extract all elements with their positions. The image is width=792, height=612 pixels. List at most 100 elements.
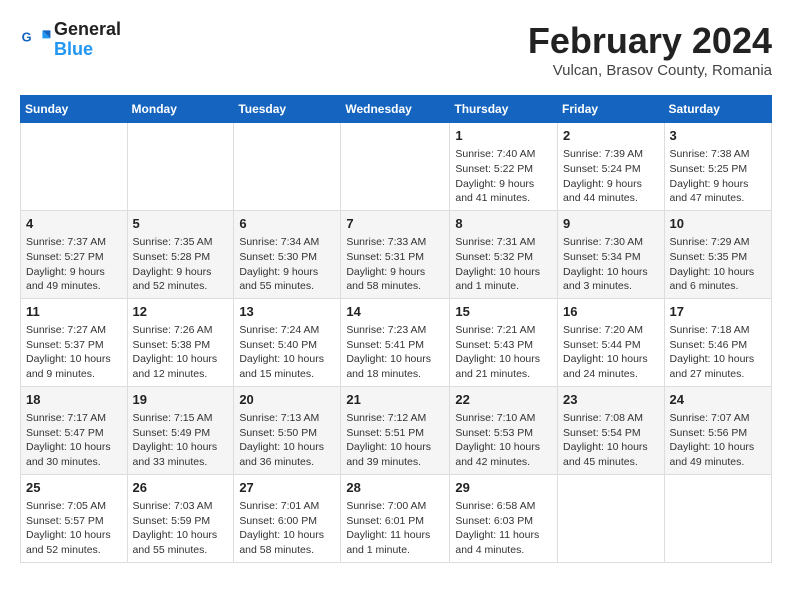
day-number: 27 xyxy=(239,479,335,497)
calendar-cell: 2 Sunrise: 7:39 AM Sunset: 5:24 PM Daylig… xyxy=(558,123,665,211)
calendar-cell: 9 Sunrise: 7:30 AM Sunset: 5:34 PM Daylig… xyxy=(558,210,665,298)
cell-content: Sunrise: 7:27 AM Sunset: 5:37 PM Dayligh… xyxy=(26,323,122,382)
day-number: 12 xyxy=(133,303,229,321)
day-number: 25 xyxy=(26,479,122,497)
calendar-cell: 21 Sunrise: 7:12 AM Sunset: 5:51 PM Dayli… xyxy=(341,386,450,474)
day-number: 24 xyxy=(670,391,766,409)
calendar-cell: 29 Sunrise: 6:58 AM Sunset: 6:03 PM Dayli… xyxy=(450,474,558,562)
page-header: G General Blue February 2024 Vulcan, Bra… xyxy=(20,20,772,79)
day-number: 13 xyxy=(239,303,335,321)
day-number: 18 xyxy=(26,391,122,409)
title-block: February 2024 Vulcan, Brasov County, Rom… xyxy=(528,20,772,79)
calendar-cell xyxy=(127,123,234,211)
calendar-cell: 7Sunrise: 7:33 AM Sunset: 5:31 PM Daylig… xyxy=(341,210,450,298)
cell-content: Sunrise: 7:17 AM Sunset: 5:47 PM Dayligh… xyxy=(26,411,122,470)
logo-line2: Blue xyxy=(54,40,121,60)
calendar-cell: 3 Sunrise: 7:38 AM Sunset: 5:25 PM Daylig… xyxy=(664,123,771,211)
week-row-1: 1 Sunrise: 7:40 AM Sunset: 5:22 PM Daylig… xyxy=(21,123,772,211)
header-cell-friday: Friday xyxy=(558,96,665,123)
day-number: 23 xyxy=(563,391,659,409)
day-number: 5 xyxy=(133,215,229,233)
day-number: 8 xyxy=(455,215,552,233)
cell-content: Sunrise: 7:18 AM Sunset: 5:46 PM Dayligh… xyxy=(670,323,766,382)
cell-content: Sunrise: 7:12 AM Sunset: 5:51 PM Dayligh… xyxy=(346,411,444,470)
day-number: 19 xyxy=(133,391,229,409)
calendar-cell: 24 Sunrise: 7:07 AM Sunset: 5:56 PM Dayli… xyxy=(664,386,771,474)
calendar-cell xyxy=(234,123,341,211)
day-number: 22 xyxy=(455,391,552,409)
svg-text:G: G xyxy=(22,29,32,44)
cell-content: Sunrise: 7:03 AM Sunset: 5:59 PM Dayligh… xyxy=(133,499,229,558)
calendar-cell: 20Sunrise: 7:13 AM Sunset: 5:50 PM Dayli… xyxy=(234,386,341,474)
cell-content: Sunrise: 7:08 AM Sunset: 5:54 PM Dayligh… xyxy=(563,411,659,470)
week-row-2: 4 Sunrise: 7:37 AM Sunset: 5:27 PM Daylig… xyxy=(21,210,772,298)
calendar-cell: 14Sunrise: 7:23 AM Sunset: 5:41 PM Dayli… xyxy=(341,298,450,386)
calendar-cell: 22Sunrise: 7:10 AM Sunset: 5:53 PM Dayli… xyxy=(450,386,558,474)
day-number: 15 xyxy=(455,303,552,321)
day-number: 1 xyxy=(455,127,552,145)
day-number: 7 xyxy=(346,215,444,233)
cell-content: Sunrise: 7:30 AM Sunset: 5:34 PM Dayligh… xyxy=(563,235,659,294)
calendar-cell: 19 Sunrise: 7:15 AM Sunset: 5:49 PM Dayli… xyxy=(127,386,234,474)
calendar-cell: 25 Sunrise: 7:05 AM Sunset: 5:57 PM Dayli… xyxy=(21,474,128,562)
day-number: 6 xyxy=(239,215,335,233)
calendar-cell: 23 Sunrise: 7:08 AM Sunset: 5:54 PM Dayli… xyxy=(558,386,665,474)
calendar-cell: 6 Sunrise: 7:34 AM Sunset: 5:30 PM Daylig… xyxy=(234,210,341,298)
calendar-cell: 4 Sunrise: 7:37 AM Sunset: 5:27 PM Daylig… xyxy=(21,210,128,298)
header-row: SundayMondayTuesdayWednesdayThursdayFrid… xyxy=(21,96,772,123)
day-number: 16 xyxy=(563,303,659,321)
cell-content: Sunrise: 7:07 AM Sunset: 5:56 PM Dayligh… xyxy=(670,411,766,470)
header-cell-tuesday: Tuesday xyxy=(234,96,341,123)
calendar-cell xyxy=(21,123,128,211)
day-number: 17 xyxy=(670,303,766,321)
cell-content: Sunrise: 6:58 AM Sunset: 6:03 PM Dayligh… xyxy=(455,499,552,558)
day-number: 29 xyxy=(455,479,552,497)
calendar-cell: 28Sunrise: 7:00 AM Sunset: 6:01 PM Dayli… xyxy=(341,474,450,562)
day-number: 20 xyxy=(239,391,335,409)
calendar-cell: 10Sunrise: 7:29 AM Sunset: 5:35 PM Dayli… xyxy=(664,210,771,298)
calendar-cell xyxy=(341,123,450,211)
calendar-cell xyxy=(558,474,665,562)
day-number: 9 xyxy=(563,215,659,233)
calendar-cell: 18 Sunrise: 7:17 AM Sunset: 5:47 PM Dayli… xyxy=(21,386,128,474)
cell-content: Sunrise: 7:37 AM Sunset: 5:27 PM Dayligh… xyxy=(26,235,122,294)
calendar-table: SundayMondayTuesdayWednesdayThursdayFrid… xyxy=(20,95,772,563)
cell-content: Sunrise: 7:15 AM Sunset: 5:49 PM Dayligh… xyxy=(133,411,229,470)
calendar-header: SundayMondayTuesdayWednesdayThursdayFrid… xyxy=(21,96,772,123)
cell-content: Sunrise: 7:38 AM Sunset: 5:25 PM Dayligh… xyxy=(670,147,766,206)
month-title: February 2024 xyxy=(528,20,772,62)
header-cell-wednesday: Wednesday xyxy=(341,96,450,123)
day-number: 4 xyxy=(26,215,122,233)
logo: G General Blue xyxy=(20,20,121,60)
location: Vulcan, Brasov County, Romania xyxy=(528,62,772,79)
calendar-cell: 13Sunrise: 7:24 AM Sunset: 5:40 PM Dayli… xyxy=(234,298,341,386)
day-number: 2 xyxy=(563,127,659,145)
cell-content: Sunrise: 7:35 AM Sunset: 5:28 PM Dayligh… xyxy=(133,235,229,294)
cell-content: Sunrise: 7:29 AM Sunset: 5:35 PM Dayligh… xyxy=(670,235,766,294)
header-cell-sunday: Sunday xyxy=(21,96,128,123)
day-number: 28 xyxy=(346,479,444,497)
calendar-cell: 16Sunrise: 7:20 AM Sunset: 5:44 PM Dayli… xyxy=(558,298,665,386)
header-cell-monday: Monday xyxy=(127,96,234,123)
cell-content: Sunrise: 7:21 AM Sunset: 5:43 PM Dayligh… xyxy=(455,323,552,382)
day-number: 21 xyxy=(346,391,444,409)
calendar-cell: 15 Sunrise: 7:21 AM Sunset: 5:43 PM Dayli… xyxy=(450,298,558,386)
day-number: 3 xyxy=(670,127,766,145)
cell-content: Sunrise: 7:40 AM Sunset: 5:22 PM Dayligh… xyxy=(455,147,552,206)
logo-icon: G xyxy=(20,24,52,56)
header-cell-saturday: Saturday xyxy=(664,96,771,123)
header-cell-thursday: Thursday xyxy=(450,96,558,123)
calendar-body: 1 Sunrise: 7:40 AM Sunset: 5:22 PM Daylig… xyxy=(21,123,772,563)
week-row-4: 18 Sunrise: 7:17 AM Sunset: 5:47 PM Dayli… xyxy=(21,386,772,474)
calendar-cell: 12Sunrise: 7:26 AM Sunset: 5:38 PM Dayli… xyxy=(127,298,234,386)
calendar-cell xyxy=(664,474,771,562)
cell-content: Sunrise: 7:05 AM Sunset: 5:57 PM Dayligh… xyxy=(26,499,122,558)
day-number: 11 xyxy=(26,303,122,321)
week-row-5: 25 Sunrise: 7:05 AM Sunset: 5:57 PM Dayli… xyxy=(21,474,772,562)
calendar-cell: 1 Sunrise: 7:40 AM Sunset: 5:22 PM Daylig… xyxy=(450,123,558,211)
cell-content: Sunrise: 7:34 AM Sunset: 5:30 PM Dayligh… xyxy=(239,235,335,294)
week-row-3: 11 Sunrise: 7:27 AM Sunset: 5:37 PM Dayli… xyxy=(21,298,772,386)
day-number: 14 xyxy=(346,303,444,321)
calendar-cell: 27Sunrise: 7:01 AM Sunset: 6:00 PM Dayli… xyxy=(234,474,341,562)
cell-content: Sunrise: 7:39 AM Sunset: 5:24 PM Dayligh… xyxy=(563,147,659,206)
